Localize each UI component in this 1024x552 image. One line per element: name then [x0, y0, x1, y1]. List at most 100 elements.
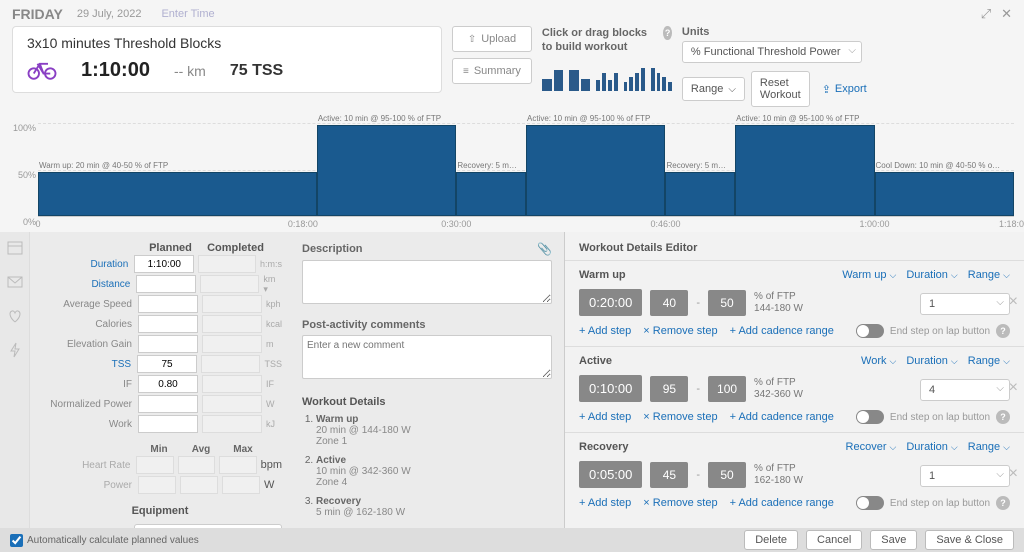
stat-planned-input[interactable]: [138, 295, 198, 313]
chart-block[interactable]: Cool Down: 10 min @ 40-50 % o…: [875, 172, 1014, 216]
export-icon: ⇪: [822, 83, 831, 96]
remove-step-link[interactable]: × Remove step: [643, 497, 717, 509]
end-on-lap-label: End step on lap button: [890, 412, 990, 423]
segment-hi-input[interactable]: 50: [708, 290, 746, 316]
segment-lo-input[interactable]: 40: [650, 290, 688, 316]
stat-completed-box: [200, 275, 259, 293]
segment-duration-dd[interactable]: Duration ⌵: [906, 441, 957, 453]
upload-button[interactable]: ⇧Upload: [452, 26, 532, 52]
stat-label[interactable]: Duration: [38, 259, 134, 270]
export-link[interactable]: ⇪Export: [822, 83, 867, 96]
stat-label: Normalized Power: [38, 399, 138, 410]
end-on-lap-toggle[interactable]: [856, 496, 884, 510]
upload-icon: ⇧: [468, 34, 476, 45]
stat-planned-input[interactable]: [138, 375, 198, 393]
segment-reps-select[interactable]: 1: [920, 465, 1010, 487]
segment-time-input[interactable]: 0:20:00: [579, 289, 642, 316]
segment-range-dd[interactable]: Range ⌵: [968, 355, 1010, 367]
segment-time-input[interactable]: 0:10:00: [579, 375, 642, 402]
equipment-title: Equipment: [38, 505, 282, 517]
workout-details-title: Workout Details: [302, 396, 552, 408]
segment-range-dd[interactable]: Range ⌵: [968, 441, 1010, 453]
segment-duration-dd[interactable]: Duration ⌵: [906, 269, 957, 281]
save-close-button[interactable]: Save & Close: [925, 530, 1014, 550]
heart-icon[interactable]: [7, 308, 23, 324]
add-step-link[interactable]: + Add step: [579, 411, 631, 423]
details-pane: Description📎 Post-activity comments Work…: [290, 232, 564, 528]
footer-bar: Automatically calculate planned values D…: [0, 528, 1024, 552]
help-icon[interactable]: ?: [663, 26, 671, 40]
workout-chart[interactable]: 100%50%0% Warm up: 20 min @ 40-50 % of F…: [0, 113, 1024, 233]
segment-time-input[interactable]: 0:05:00: [579, 461, 642, 488]
stat-unit: kcal: [266, 319, 282, 329]
range-button[interactable]: Range⌵: [682, 77, 745, 101]
mail-icon[interactable]: [7, 274, 23, 290]
cancel-button[interactable]: Cancel: [806, 530, 862, 550]
units-select[interactable]: % Functional Threshold Power: [682, 41, 862, 63]
enter-time-link[interactable]: Enter Time: [161, 8, 214, 20]
end-on-lap-toggle[interactable]: [856, 410, 884, 424]
stat-planned-input[interactable]: [136, 275, 196, 293]
segment-reps-select[interactable]: 4: [920, 379, 1010, 401]
chart-block[interactable]: Active: 10 min @ 95-100 % of FTP: [526, 125, 665, 216]
reset-workout-button[interactable]: Reset Workout: [751, 71, 810, 107]
workout-detail-item: Warm up20 min @ 144-180 WZone 1: [316, 414, 552, 447]
stat-label[interactable]: TSS: [38, 359, 137, 370]
segment-lo-input[interactable]: 45: [650, 462, 688, 488]
stat-planned-input[interactable]: [138, 415, 198, 433]
description-textarea[interactable]: [302, 260, 552, 304]
chart-block[interactable]: Active: 10 min @ 95-100 % of FTP: [317, 125, 456, 216]
chart-block[interactable]: Recovery: 5 m…: [456, 172, 526, 216]
calendar-icon[interactable]: [7, 240, 23, 256]
attachment-icon[interactable]: 📎: [537, 242, 552, 256]
chart-block[interactable]: Warm up: 20 min @ 40-50 % of FTP: [38, 172, 317, 216]
auto-calc-checkbox[interactable]: Automatically calculate planned values: [10, 534, 199, 547]
help-icon[interactable]: ?: [996, 324, 1010, 338]
block-palette[interactable]: [542, 61, 672, 91]
segment-hi-input[interactable]: 100: [708, 376, 746, 402]
stat-completed-box: [202, 295, 262, 313]
stat-completed-box: [202, 395, 262, 413]
segment-type-dd[interactable]: Work ⌵: [861, 355, 896, 367]
editor-title: Workout Details Editor: [565, 232, 1024, 260]
stat-planned-input[interactable]: [138, 315, 198, 333]
close-icon[interactable]: ✕: [1001, 6, 1012, 22]
stat-planned-input[interactable]: [134, 255, 194, 273]
ftp-label: % of FTP: [754, 291, 803, 303]
stat-label[interactable]: Distance: [38, 279, 136, 290]
segment-lo-input[interactable]: 95: [650, 376, 688, 402]
add-cadence-link[interactable]: + Add cadence range: [730, 497, 834, 509]
help-icon[interactable]: ?: [996, 410, 1010, 424]
segment-hi-input[interactable]: 50: [708, 462, 746, 488]
summary-button[interactable]: ≡Summary: [452, 58, 532, 84]
stat-planned-input[interactable]: [138, 335, 198, 353]
chart-block[interactable]: Recovery: 5 m…: [665, 172, 735, 216]
expand-icon[interactable]: ⤢: [981, 6, 991, 22]
add-step-link[interactable]: + Add step: [579, 497, 631, 509]
stat-planned-input[interactable]: [137, 355, 197, 373]
segment-close-icon[interactable]: ×: [1009, 465, 1018, 483]
remove-step-link[interactable]: × Remove step: [643, 411, 717, 423]
stat-unit: h:m:s: [260, 259, 282, 269]
segment-reps-select[interactable]: 1: [920, 293, 1010, 315]
segment-range-dd[interactable]: Range ⌵: [968, 269, 1010, 281]
segment-type-dd[interactable]: Recover ⌵: [846, 441, 897, 453]
help-icon[interactable]: ?: [996, 496, 1010, 510]
bolt-icon[interactable]: [7, 342, 23, 358]
planned-header: Planned: [138, 242, 203, 254]
segment-close-icon[interactable]: ×: [1009, 293, 1018, 311]
save-button[interactable]: Save: [870, 530, 917, 550]
remove-step-link[interactable]: × Remove step: [643, 325, 717, 337]
add-cadence-link[interactable]: + Add cadence range: [730, 411, 834, 423]
segment-close-icon[interactable]: ×: [1009, 379, 1018, 397]
post-activity-textarea[interactable]: [302, 335, 552, 379]
workout-name[interactable]: 3x10 minutes Threshold Blocks: [27, 35, 427, 51]
add-step-link[interactable]: + Add step: [579, 325, 631, 337]
add-cadence-link[interactable]: + Add cadence range: [730, 325, 834, 337]
chart-block[interactable]: Active: 10 min @ 95-100 % of FTP: [735, 125, 874, 216]
segment-type-dd[interactable]: Warm up ⌵: [842, 269, 896, 281]
delete-button[interactable]: Delete: [744, 530, 798, 550]
end-on-lap-toggle[interactable]: [856, 324, 884, 338]
stat-planned-input[interactable]: [138, 395, 198, 413]
segment-duration-dd[interactable]: Duration ⌵: [906, 355, 957, 367]
